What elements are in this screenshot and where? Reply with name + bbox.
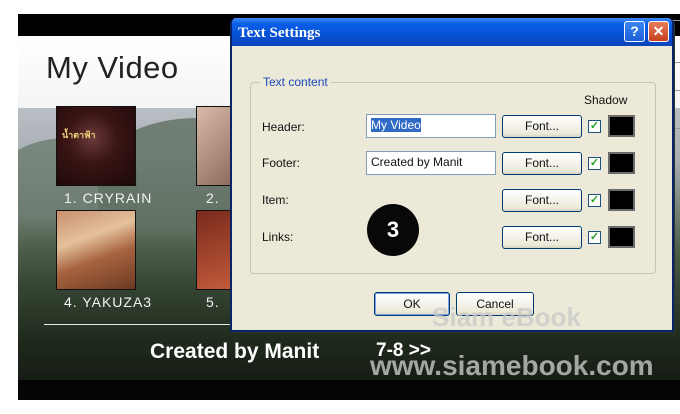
dialog-titlebar[interactable]: Text Settings ? ✕ — [232, 18, 672, 46]
video-item-label[interactable]: 4. YAKUZA3 — [64, 294, 152, 310]
links-font-button[interactable]: Font... — [502, 226, 582, 249]
footer-shadow-checkbox[interactable]: ✓ — [588, 157, 601, 170]
footer-text-input[interactable]: Created by Manit — [366, 151, 496, 175]
footer-label: Footer: — [262, 156, 301, 170]
video-thumbnail[interactable] — [56, 210, 136, 290]
watermark-url: www.siamebook.com — [370, 350, 654, 381]
dialog-title: Text Settings — [238, 25, 321, 41]
header-font-button[interactable]: Font... — [502, 115, 582, 138]
footer-font-button[interactable]: Font... — [502, 152, 582, 175]
footer-shadow-color-swatch[interactable] — [608, 152, 635, 174]
text-content-group — [250, 82, 656, 274]
footer-text-value: Created by Manit — [371, 155, 463, 169]
video-item-label[interactable]: 5. — [206, 294, 220, 310]
video-item-label[interactable]: 2. — [206, 190, 220, 206]
text-content-group-label: Text content — [260, 75, 331, 89]
header-text-value: My Video — [371, 118, 421, 132]
item-shadow-checkbox[interactable]: ✓ — [588, 194, 601, 207]
links-shadow-checkbox[interactable]: ✓ — [588, 231, 601, 244]
item-shadow-color-swatch[interactable] — [608, 189, 635, 211]
thumbnail-caption-art: น้ำตาฟ้า — [62, 130, 96, 140]
item-label: Item: — [262, 193, 289, 207]
header-text-input[interactable]: My Video — [366, 114, 496, 138]
video-thumbnail[interactable] — [56, 106, 136, 186]
help-button[interactable]: ? — [624, 21, 645, 42]
video-item-label[interactable]: 1. CRYRAIN — [64, 190, 152, 206]
header-shadow-color-swatch[interactable] — [608, 115, 635, 137]
preview-footer-text: Created by Manit — [150, 340, 320, 363]
header-shadow-checkbox[interactable]: ✓ — [588, 120, 601, 133]
preview-bottom-strip — [18, 380, 680, 400]
links-label: Links: — [262, 230, 294, 244]
text-settings-dialog: Text Settings ? ✕ Text content Shadow He… — [230, 18, 674, 332]
step-number-badge: 3 — [367, 204, 419, 256]
shadow-column-label: Shadow — [584, 93, 628, 107]
close-button[interactable]: ✕ — [648, 21, 669, 42]
links-shadow-color-swatch[interactable] — [608, 226, 635, 248]
item-font-button[interactable]: Font... — [502, 189, 582, 212]
watermark-text: Siam eBook — [432, 302, 581, 332]
preview-header-text: My Video — [46, 50, 179, 85]
header-label: Header: — [262, 120, 305, 134]
